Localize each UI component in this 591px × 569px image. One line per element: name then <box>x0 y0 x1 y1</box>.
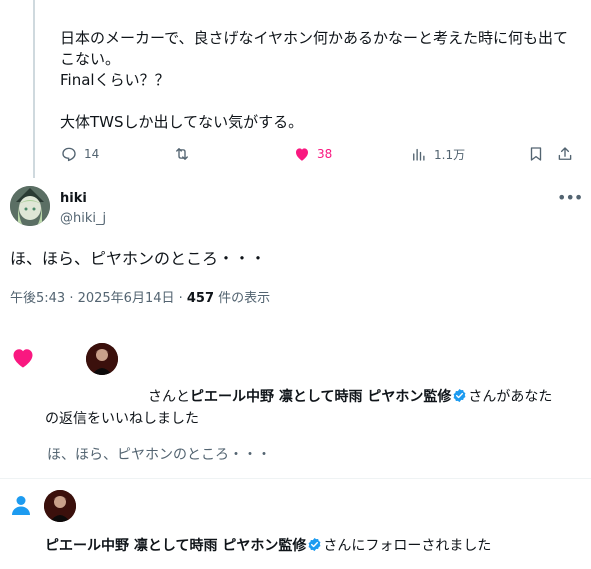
avatar-image <box>10 186 50 226</box>
author-handle[interactable]: @hiki_j <box>60 211 106 226</box>
follow-notification-text: ピエール中野 凛として時雨 ピヤホン監修 さんにフォローされました <box>45 535 491 555</box>
like-count: 38 <box>317 147 333 161</box>
person-icon <box>12 496 30 515</box>
avatar[interactable] <box>10 186 50 226</box>
author-name[interactable]: hiki <box>60 191 87 206</box>
heart-icon <box>13 349 33 368</box>
reply-icon <box>62 147 76 162</box>
reply-tweet-text: ほ、ほら、ピヤホンのところ・・・ <box>10 249 267 268</box>
parent-tweet-text: 日本のメーカーで、良さげなイヤホン何かあるかなーと考えた時に何も出てこない。 F… <box>60 29 569 131</box>
quoted-reply-text[interactable]: ほ、ほら、ピヤホンのところ・・・ <box>47 444 271 464</box>
thread-line <box>33 0 35 178</box>
views-count: 1.1万 <box>434 147 466 162</box>
heart-icon <box>296 148 308 161</box>
share-button[interactable] <box>556 145 574 163</box>
views-icon <box>413 148 425 161</box>
liker-avatar[interactable] <box>86 343 118 375</box>
retweet-button[interactable] <box>173 145 191 163</box>
follower-name[interactable]: ピエール中野 凛として時雨 ピヤホン監修 <box>45 538 306 554</box>
follower-avatar-image <box>44 490 76 522</box>
like-notif-prefix: さんと <box>148 389 190 405</box>
tweet-views-count: 457 <box>186 291 215 306</box>
tweet-views-suffix: 件の表示 <box>214 291 271 306</box>
verified-badge-icon <box>453 388 466 403</box>
liker-avatar-image <box>86 343 118 375</box>
tweet-time[interactable]: 午後5:43 · 2025年6月14日 · <box>10 291 187 306</box>
more-icon[interactable]: ••• <box>557 188 583 208</box>
bookmark-button[interactable] <box>527 145 545 163</box>
divider <box>0 478 591 479</box>
follow-notif-suffix: さんにフォローされました <box>323 538 492 554</box>
tweet-meta: 午後5:43 · 2025年6月14日 · 457 件の表示 <box>10 287 270 306</box>
follower-avatar[interactable] <box>44 490 76 522</box>
share-icon <box>558 147 572 160</box>
parent-tweet-actions: 14 38 1.1万 <box>60 145 580 165</box>
like-notification-text: さんとピエール中野 凛として時雨 ピヤホン監修 さんがあなたの返信をいいねしました <box>45 386 565 430</box>
verified-badge-icon <box>308 537 321 552</box>
like-button[interactable]: 38 <box>293 145 332 163</box>
reply-count: 14 <box>84 147 100 161</box>
retweet-icon <box>176 148 188 160</box>
bookmark-icon <box>530 147 542 161</box>
reply-button[interactable]: 14 <box>60 145 99 163</box>
views-button[interactable]: 1.1万 <box>410 145 465 163</box>
liker-name[interactable]: ピエール中野 凛として時雨 ピヤホン監修 <box>190 389 451 405</box>
